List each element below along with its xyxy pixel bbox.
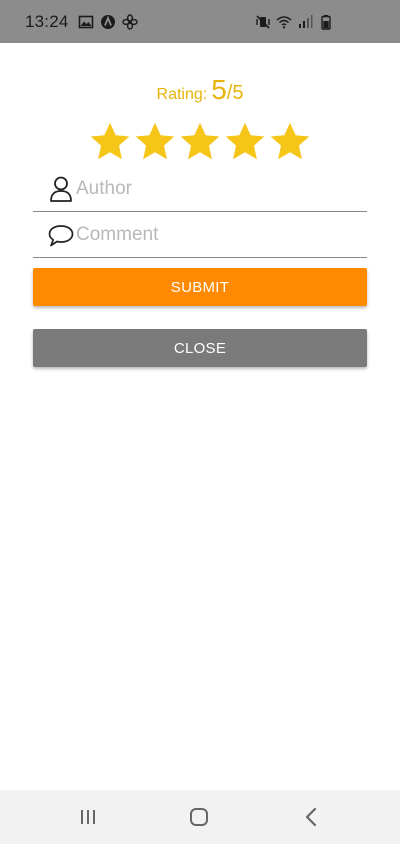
- fan-icon: [121, 13, 138, 30]
- image-icon: [78, 15, 93, 28]
- recent-apps-icon[interactable]: [77, 806, 99, 828]
- status-time: 13:24: [25, 11, 69, 31]
- wifi-icon: [276, 15, 292, 28]
- star-icon[interactable]: [178, 120, 222, 164]
- back-icon[interactable]: [301, 806, 323, 828]
- star-icon[interactable]: [223, 120, 267, 164]
- user-icon: [50, 176, 72, 202]
- star-icon[interactable]: [133, 120, 177, 164]
- battery-icon: [321, 14, 331, 30]
- author-input[interactable]: [76, 177, 346, 200]
- home-icon[interactable]: [188, 806, 210, 828]
- status-right-icons: [255, 14, 386, 30]
- signal-icon: [299, 14, 313, 28]
- status-left-icons: [78, 13, 138, 30]
- rating-screen: 13:24 Rating: 5 / 5 Author Comment SUBMI…: [0, 0, 400, 844]
- close-button[interactable]: CLOSE: [33, 329, 367, 367]
- rating-max: 5: [232, 82, 244, 104]
- comment-field: [33, 212, 367, 258]
- rating-display: Rating: 5 / 5: [0, 74, 400, 106]
- speech-bubble-icon: [48, 224, 74, 246]
- star-icon[interactable]: [88, 120, 132, 164]
- comment-input[interactable]: [76, 223, 346, 246]
- rating-value: 5: [211, 74, 227, 105]
- author-field: [33, 166, 367, 212]
- star-rating: [88, 120, 312, 166]
- status-bar: 13:24: [0, 0, 400, 43]
- app-a-icon: [100, 14, 115, 29]
- navigation-bar: [0, 790, 400, 844]
- mute-vibrate-icon: [256, 14, 270, 29]
- star-icon[interactable]: [268, 120, 312, 164]
- submit-button[interactable]: SUBMIT: [33, 268, 367, 306]
- rating-label: Rating:: [156, 86, 208, 103]
